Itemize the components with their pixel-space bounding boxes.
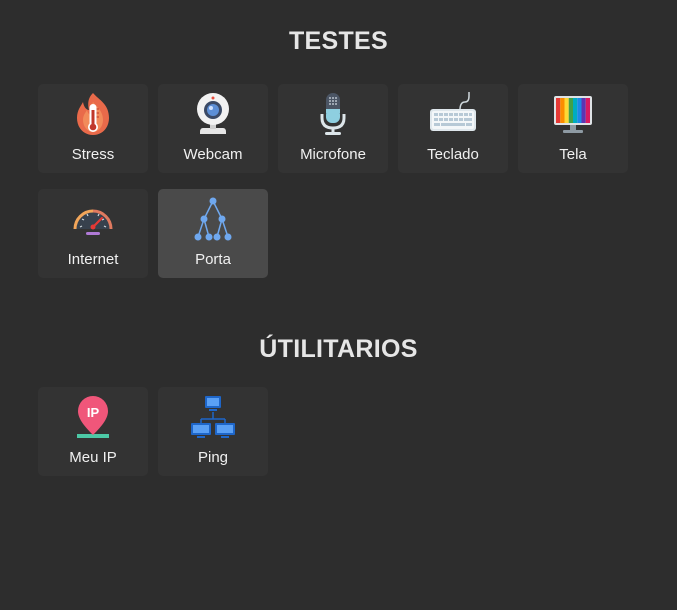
section-title-testes: TESTES bbox=[288, 27, 389, 55]
tile-ping[interactable]: Ping bbox=[158, 387, 268, 476]
tile-label: Ping bbox=[197, 449, 229, 466]
tile-meu-ip[interactable]: IP Meu IP bbox=[38, 387, 148, 476]
speedometer-icon bbox=[69, 195, 117, 243]
webcam-icon bbox=[189, 90, 237, 138]
ip-pin-icon: IP bbox=[69, 393, 117, 441]
tile-stress[interactable]: Stress bbox=[38, 84, 148, 173]
tile-webcam[interactable]: Webcam bbox=[158, 84, 268, 173]
thermometer-fire-icon bbox=[69, 90, 117, 138]
monitor-rainbow-icon bbox=[549, 90, 597, 138]
tile-microfone[interactable]: Microfone bbox=[278, 84, 388, 173]
svg-text:IP: IP bbox=[87, 405, 100, 420]
keyboard-icon bbox=[429, 90, 477, 138]
tile-tela[interactable]: Tela bbox=[518, 84, 628, 173]
tile-label: Webcam bbox=[183, 146, 243, 163]
tile-porta[interactable]: Porta bbox=[158, 189, 268, 278]
microphone-icon bbox=[309, 90, 357, 138]
tile-label: Porta bbox=[195, 251, 231, 268]
network-computers-icon bbox=[189, 393, 237, 441]
network-tree-icon bbox=[189, 195, 237, 243]
tile-label: Tela bbox=[559, 146, 587, 163]
tile-label: Microfone bbox=[300, 146, 366, 163]
section-title-utilitarios: ÚTILITARIOS bbox=[259, 335, 418, 363]
tile-label: Stress bbox=[71, 146, 115, 163]
tile-label: Teclado bbox=[427, 146, 479, 163]
tile-teclado[interactable]: Teclado bbox=[398, 84, 508, 173]
tile-label: Internet bbox=[67, 251, 119, 268]
tile-internet[interactable]: Internet bbox=[38, 189, 148, 278]
tile-label: Meu IP bbox=[69, 449, 117, 466]
